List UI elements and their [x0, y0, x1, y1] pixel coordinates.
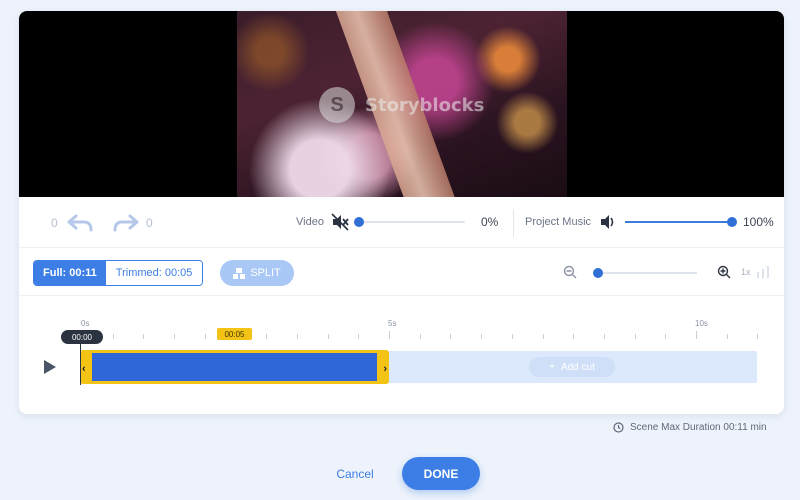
ruler-tick — [204, 334, 206, 339]
ruler-tick — [296, 334, 298, 339]
ruler-tick — [327, 334, 329, 339]
trimmed-duration-tab[interactable]: Trimmed: 00:05 — [105, 261, 203, 285]
ruler-tick — [726, 334, 728, 339]
ruler-tick — [143, 334, 145, 339]
trim-end-handle[interactable]: › — [383, 363, 387, 375]
music-volume-knob[interactable] — [727, 217, 737, 227]
add-cut-label: Add cut — [560, 361, 595, 373]
ruler-tick — [358, 334, 360, 339]
split-label: SPLIT — [250, 267, 281, 279]
editor-card: S Storyblocks 0 0 Video 0% Project Music — [19, 11, 784, 414]
ruler-tick — [511, 334, 513, 339]
ruler-tick — [573, 334, 575, 339]
zoom-knob[interactable] — [593, 268, 603, 278]
timeline: 0s 5s 10s 00:05 00:00 ‹ › + Add cut — [19, 311, 784, 411]
split-icon — [233, 267, 246, 279]
music-volume-fill — [625, 221, 733, 223]
speed-bars-icon[interactable] — [756, 266, 770, 278]
ruler-tick — [665, 334, 667, 339]
video-volume-label: Video — [296, 216, 324, 228]
time-label-5s: 5s — [388, 319, 397, 328]
ruler-tick — [174, 334, 176, 339]
play-icon[interactable] — [44, 360, 56, 374]
video-volume-value: 0% — [481, 215, 499, 229]
edit-controls: Full: 00:11 Trimmed: 00:05 SPLIT 1x — [19, 248, 784, 296]
ruler-tick — [389, 331, 390, 339]
ruler-tick — [696, 331, 697, 339]
trimmed-clip[interactable]: ‹ › — [80, 350, 389, 384]
cancel-button[interactable]: Cancel — [320, 464, 390, 484]
time-label-0s: 0s — [81, 319, 90, 328]
max-duration-info: Scene Max Duration 00:11 min — [613, 422, 767, 433]
video-preview[interactable]: S Storyblocks — [19, 11, 784, 197]
video-volume-slider[interactable] — [357, 221, 465, 223]
watermark: S Storyblocks — [319, 87, 484, 123]
plus-icon: + — [549, 361, 555, 373]
playback-speed[interactable]: 1x — [741, 267, 751, 277]
cursor-time-badge: 00:05 — [217, 328, 252, 340]
undo-count: 0 — [51, 216, 58, 230]
redo-icon[interactable] — [112, 210, 140, 234]
ruler-tick — [603, 334, 605, 339]
full-duration-tab[interactable]: Full: 00:11 — [34, 261, 106, 285]
zoom-out-icon[interactable] — [563, 265, 577, 279]
playhead[interactable] — [80, 343, 81, 385]
ruler-tick — [450, 334, 452, 339]
speaker-muted-icon[interactable] — [331, 213, 349, 231]
storyblocks-logo: S — [319, 87, 355, 123]
video-frame: S Storyblocks — [237, 11, 567, 197]
timeline-ruler[interactable] — [82, 331, 759, 339]
watermark-text: Storyblocks — [365, 94, 485, 116]
speaker-icon[interactable] — [599, 213, 617, 231]
max-duration-text: Scene Max Duration 00:11 min — [630, 422, 767, 433]
music-volume-slider[interactable] — [625, 221, 733, 223]
done-button[interactable]: DONE — [402, 457, 480, 490]
split-button[interactable]: SPLIT — [220, 260, 294, 286]
ruler-tick — [542, 334, 544, 339]
ruler-tick — [266, 334, 268, 339]
ruler-tick — [481, 334, 483, 339]
zoom-in-icon[interactable] — [717, 265, 731, 279]
zoom-slider[interactable] — [597, 272, 697, 274]
video-volume-knob[interactable] — [354, 217, 364, 227]
clock-icon — [613, 422, 624, 433]
current-time-badge: 00:00 — [61, 330, 103, 344]
ruler-tick — [112, 334, 114, 339]
music-volume-value: 100% — [743, 215, 774, 229]
ruler-tick — [634, 334, 636, 339]
audio-controls: 0 0 Video 0% Project Music 100% — [19, 197, 784, 248]
duration-toggle: Full: 00:11 Trimmed: 00:05 — [33, 260, 204, 286]
time-label-10s: 10s — [695, 319, 708, 328]
redo-count: 0 — [146, 216, 153, 230]
undo-icon[interactable] — [66, 210, 94, 234]
trim-start-handle[interactable]: ‹ — [82, 363, 86, 375]
add-cut-button[interactable]: + Add cut — [529, 357, 615, 377]
divider — [513, 209, 514, 237]
ruler-tick — [419, 334, 421, 339]
ruler-tick — [757, 334, 759, 339]
music-volume-label: Project Music — [525, 216, 592, 228]
